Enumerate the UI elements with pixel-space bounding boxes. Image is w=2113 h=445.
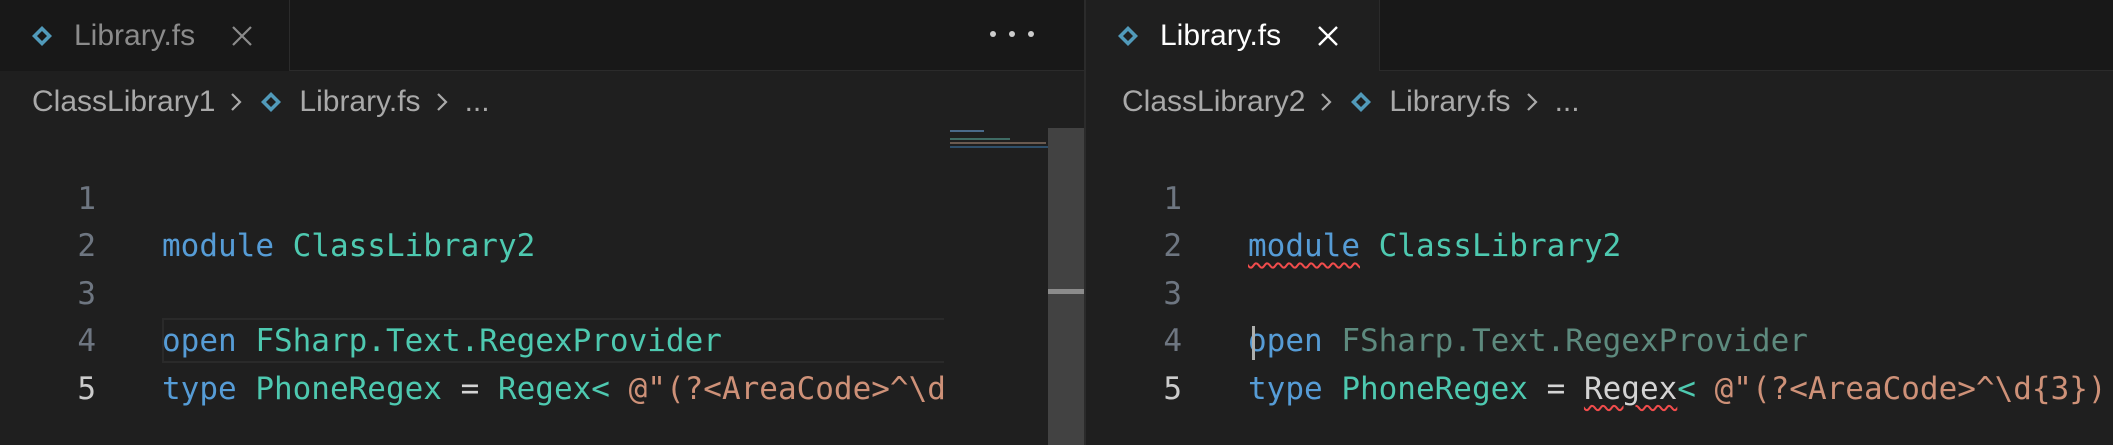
tab-library-fs-left[interactable]: Library.fs (0, 0, 290, 71)
string-token: @"(?<AreaCode>^\d{3}) (1695, 370, 2107, 407)
type-name-token: PhoneRegex (236, 370, 442, 407)
breadcrumb-more[interactable]: ... (1555, 85, 1580, 119)
fsharp-file-icon (261, 92, 282, 112)
text-cursor (1252, 326, 1255, 360)
fsharp-file-icon (1351, 92, 1372, 112)
vertical-scrollbar[interactable] (1048, 128, 1084, 445)
code-line[interactable]: 4 type PhoneRegex = Regex< @"(?<AreaCode… (1086, 271, 2113, 407)
type-token-error: Regex (1583, 370, 1678, 407)
scrollbar-cursor-marker (1048, 289, 1084, 294)
code-line[interactable]: 1 module ClassLibrary2 (1086, 128, 2113, 265)
breadcrumb-file[interactable]: Library.fs (299, 85, 420, 119)
line-number: 5 (77, 370, 96, 407)
operator-token: = (441, 370, 498, 407)
tab-library-fs-right[interactable]: Library.fs (1086, 0, 1380, 71)
keyword-token: type (162, 370, 237, 407)
code-line[interactable]: 4 type PhoneRegex = Regex< @"(?<AreaCode… (0, 271, 1084, 407)
breadcrumb-file[interactable]: Library.fs (1389, 85, 1510, 119)
chevron-right-icon (1526, 93, 1538, 111)
code-line[interactable]: 1 module ClassLibrary2 (0, 128, 1084, 265)
fsharp-file-icon (32, 25, 52, 46)
tab-label: Library.fs (1160, 18, 1282, 52)
code-editor[interactable]: 1 module ClassLibrary2 2 3 open FSharp.T… (0, 128, 1084, 407)
operator-token: < (1677, 370, 1696, 407)
close-icon[interactable] (231, 25, 253, 47)
breadcrumb: ClassLibrary1 Library.fs ... (32, 80, 490, 124)
code-line[interactable]: 2 (0, 176, 1084, 264)
more-actions-icon[interactable] (990, 24, 1034, 44)
code-line[interactable]: 3 open FSharp.Text.RegexProvider (1086, 223, 2113, 360)
type-token: Regex (497, 370, 592, 407)
chevron-right-icon (436, 93, 448, 111)
chevron-right-icon (231, 93, 242, 111)
tab-bar-empty (290, 0, 1084, 71)
tab-bar: Library.fs (1086, 0, 2113, 71)
fsharp-file-icon (1118, 25, 1138, 46)
code-line[interactable]: 3 open FSharp.Text.RegexProvider (0, 223, 1084, 360)
code-line[interactable]: 2 (1086, 176, 2113, 264)
chevron-right-icon (1321, 93, 1332, 111)
minimap[interactable] (944, 128, 1048, 445)
code-line-current[interactable]: 5 (0, 318, 1084, 407)
close-icon[interactable] (1317, 25, 1339, 47)
current-line-highlight (1248, 318, 2113, 363)
tab-bar-empty (1380, 0, 2113, 71)
operator-token: = (1527, 370, 1584, 407)
code-editor[interactable]: 1 module ClassLibrary2 2 3 open FSharp.T… (1086, 128, 2113, 407)
breadcrumb-project[interactable]: ClassLibrary2 (1122, 85, 1305, 119)
operator-token: < (591, 370, 610, 407)
right-editor-group: Library.fs ClassLibrary2 Library.fs ... … (1086, 0, 2113, 445)
tab-label: Library.fs (74, 18, 196, 52)
breadcrumb-project[interactable]: ClassLibrary1 (32, 85, 215, 119)
breadcrumb-more[interactable]: ... (465, 85, 490, 119)
breadcrumb: ClassLibrary2 Library.fs ... (1122, 80, 1580, 124)
tab-bar: Library.fs (0, 0, 1084, 71)
left-editor-group: Library.fs ClassLibrary1 Library.fs ... … (0, 0, 1084, 445)
line-number: 5 (1163, 370, 1182, 407)
code-line-current[interactable]: 5 (1086, 318, 2113, 407)
